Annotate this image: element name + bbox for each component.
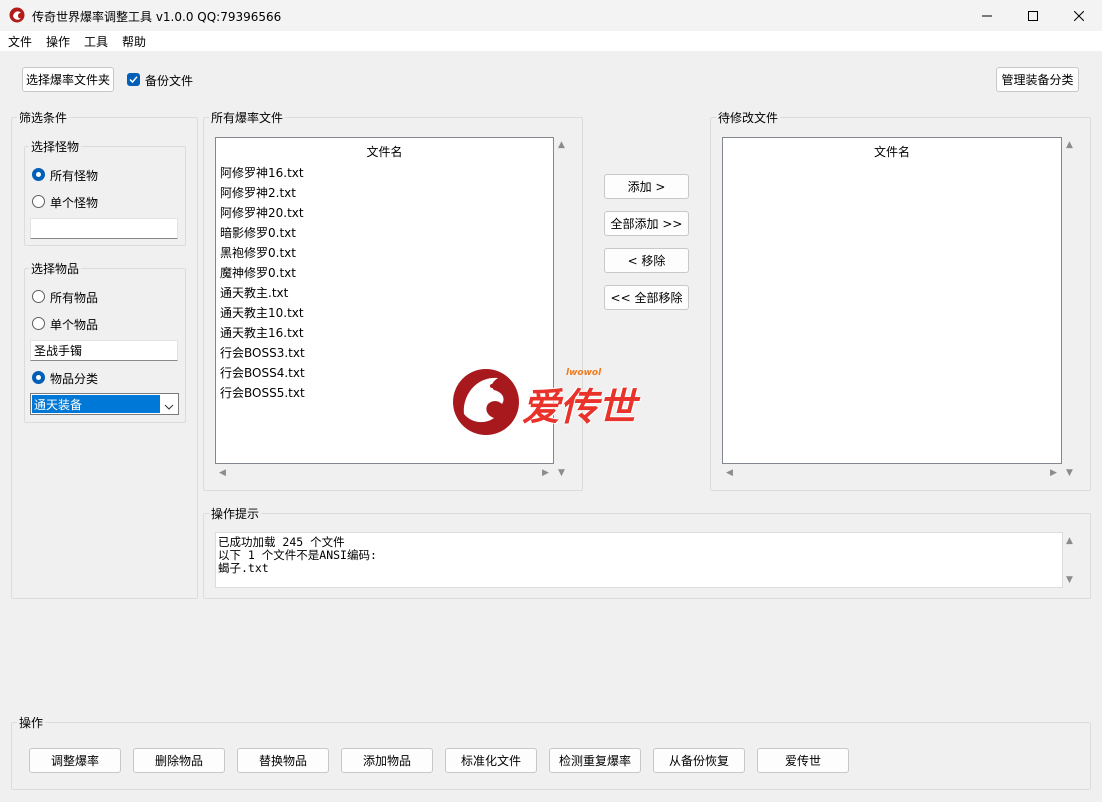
item-group-title: 选择物品: [29, 260, 82, 277]
remove-button[interactable]: < 移除: [604, 248, 689, 273]
watermark-logo: lwowol 爱传世: [448, 362, 658, 442]
monster-name-input[interactable]: [30, 218, 178, 239]
log-line: 蝎子.txt: [218, 561, 269, 575]
scroll-right-icon[interactable]: ▶: [542, 469, 549, 478]
add-button[interactable]: 添加 >: [604, 174, 689, 199]
all-monsters-radio[interactable]: [32, 168, 45, 181]
filter-group-title: 筛选条件: [17, 109, 70, 126]
file-list-item[interactable]: 阿修罗神2.txt: [220, 184, 296, 201]
checkmark-icon: [129, 76, 138, 84]
single-item-label: 单个物品: [50, 318, 99, 332]
window-title: 传奇世界爆率调整工具 v1.0.0 QQ:79396566: [32, 10, 282, 24]
file-list-item[interactable]: 行会BOSS3.txt: [220, 344, 305, 361]
scroll-up-icon[interactable]: ▲: [558, 141, 565, 150]
single-monster-radio[interactable]: [32, 195, 45, 208]
adjust-rate-button[interactable]: 调整爆率: [29, 748, 121, 773]
title-bar[interactable]: 传奇世界爆率调整工具 v1.0.0 QQ:79396566: [0, 0, 1102, 31]
scroll-right-icon[interactable]: ▶: [1050, 469, 1057, 478]
item-category-radio[interactable]: [32, 371, 45, 384]
scroll-up-icon[interactable]: ▲: [1066, 537, 1073, 546]
file-list-item[interactable]: 阿修罗神16.txt: [220, 164, 304, 181]
minimize-icon: [982, 15, 992, 16]
file-list-item[interactable]: 魔神修罗0.txt: [220, 264, 296, 281]
file-list-item[interactable]: 通天教主10.txt: [220, 304, 304, 321]
manage-category-button[interactable]: 管理装备分类: [996, 67, 1079, 92]
item-category-label: 物品分类: [50, 372, 99, 386]
normalize-files-button[interactable]: 标准化文件: [445, 748, 537, 773]
scroll-down-icon[interactable]: ▼: [1066, 576, 1073, 585]
all-items-radio[interactable]: [32, 290, 45, 303]
log-title: 操作提示: [209, 505, 262, 522]
single-item-radio[interactable]: [32, 317, 45, 330]
menu-bar: 文件 操作 工具 帮助: [0, 31, 1102, 51]
item-category-combo[interactable]: 通天装备: [30, 393, 179, 415]
menu-file[interactable]: 文件: [8, 33, 32, 50]
single-monster-label: 单个怪物: [50, 196, 99, 210]
pending-files-title: 待修改文件: [716, 109, 781, 126]
scroll-left-icon[interactable]: ◀: [726, 469, 733, 478]
detect-duplicate-button[interactable]: 检测重复爆率: [549, 748, 641, 773]
backup-label: 备份文件: [145, 74, 194, 88]
backup-checkbox[interactable]: [127, 73, 140, 86]
scroll-up-icon[interactable]: ▲: [1066, 141, 1073, 150]
file-list-item[interactable]: 行会BOSS4.txt: [220, 364, 305, 381]
pending-files-column-header[interactable]: 文件名: [723, 143, 1061, 160]
chevron-down-icon: [164, 400, 174, 414]
file-list-item[interactable]: 暗影修罗0.txt: [220, 224, 296, 241]
scroll-down-icon[interactable]: ▼: [558, 469, 565, 478]
file-list-item[interactable]: 通天教主16.txt: [220, 324, 304, 341]
delete-item-button[interactable]: 删除物品: [133, 748, 225, 773]
menu-operate[interactable]: 操作: [46, 33, 70, 50]
close-button[interactable]: [1056, 0, 1102, 31]
add-item-button[interactable]: 添加物品: [341, 748, 433, 773]
select-folder-button[interactable]: 选择爆率文件夹: [22, 67, 114, 92]
all-items-label: 所有物品: [50, 291, 99, 305]
actions-title: 操作: [17, 714, 46, 731]
remove-all-button[interactable]: << 全部移除: [604, 285, 689, 310]
monster-group-title: 选择怪物: [29, 138, 82, 155]
maximize-icon: [1028, 10, 1038, 21]
file-list-item[interactable]: 通天教主.txt: [220, 284, 288, 301]
scroll-down-icon[interactable]: ▼: [1066, 469, 1073, 478]
item-name-input[interactable]: 圣战手镯: [30, 340, 178, 361]
aichuanshi-button[interactable]: 爱传世: [757, 748, 849, 773]
all-monsters-label: 所有怪物: [50, 169, 99, 183]
combo-selected-value: 通天装备: [32, 395, 160, 413]
restore-backup-button[interactable]: 从备份恢复: [653, 748, 745, 773]
minimize-button[interactable]: [964, 0, 1010, 31]
all-files-title: 所有爆率文件: [209, 109, 286, 126]
file-list-item[interactable]: 黑袍修罗0.txt: [220, 244, 296, 261]
all-files-column-header[interactable]: 文件名: [216, 143, 553, 160]
watermark-text: 爱传世: [522, 385, 637, 429]
file-list-item[interactable]: 阿修罗神20.txt: [220, 204, 304, 221]
log-textarea[interactable]: 已成功加载 245 个文件 以下 1 个文件不是ANSI编码: 蝎子.txt: [215, 532, 1063, 588]
menu-tools[interactable]: 工具: [84, 33, 108, 50]
replace-item-button[interactable]: 替换物品: [237, 748, 329, 773]
app-logo-icon: [9, 7, 25, 23]
menu-help[interactable]: 帮助: [122, 33, 146, 50]
maximize-button[interactable]: [1010, 0, 1056, 31]
close-icon: [1074, 10, 1084, 21]
pending-files-list[interactable]: 文件名: [722, 137, 1062, 464]
add-all-button[interactable]: 全部添加 >>: [604, 211, 689, 236]
file-list-item[interactable]: 行会BOSS5.txt: [220, 384, 305, 401]
scroll-left-icon[interactable]: ◀: [219, 469, 226, 478]
